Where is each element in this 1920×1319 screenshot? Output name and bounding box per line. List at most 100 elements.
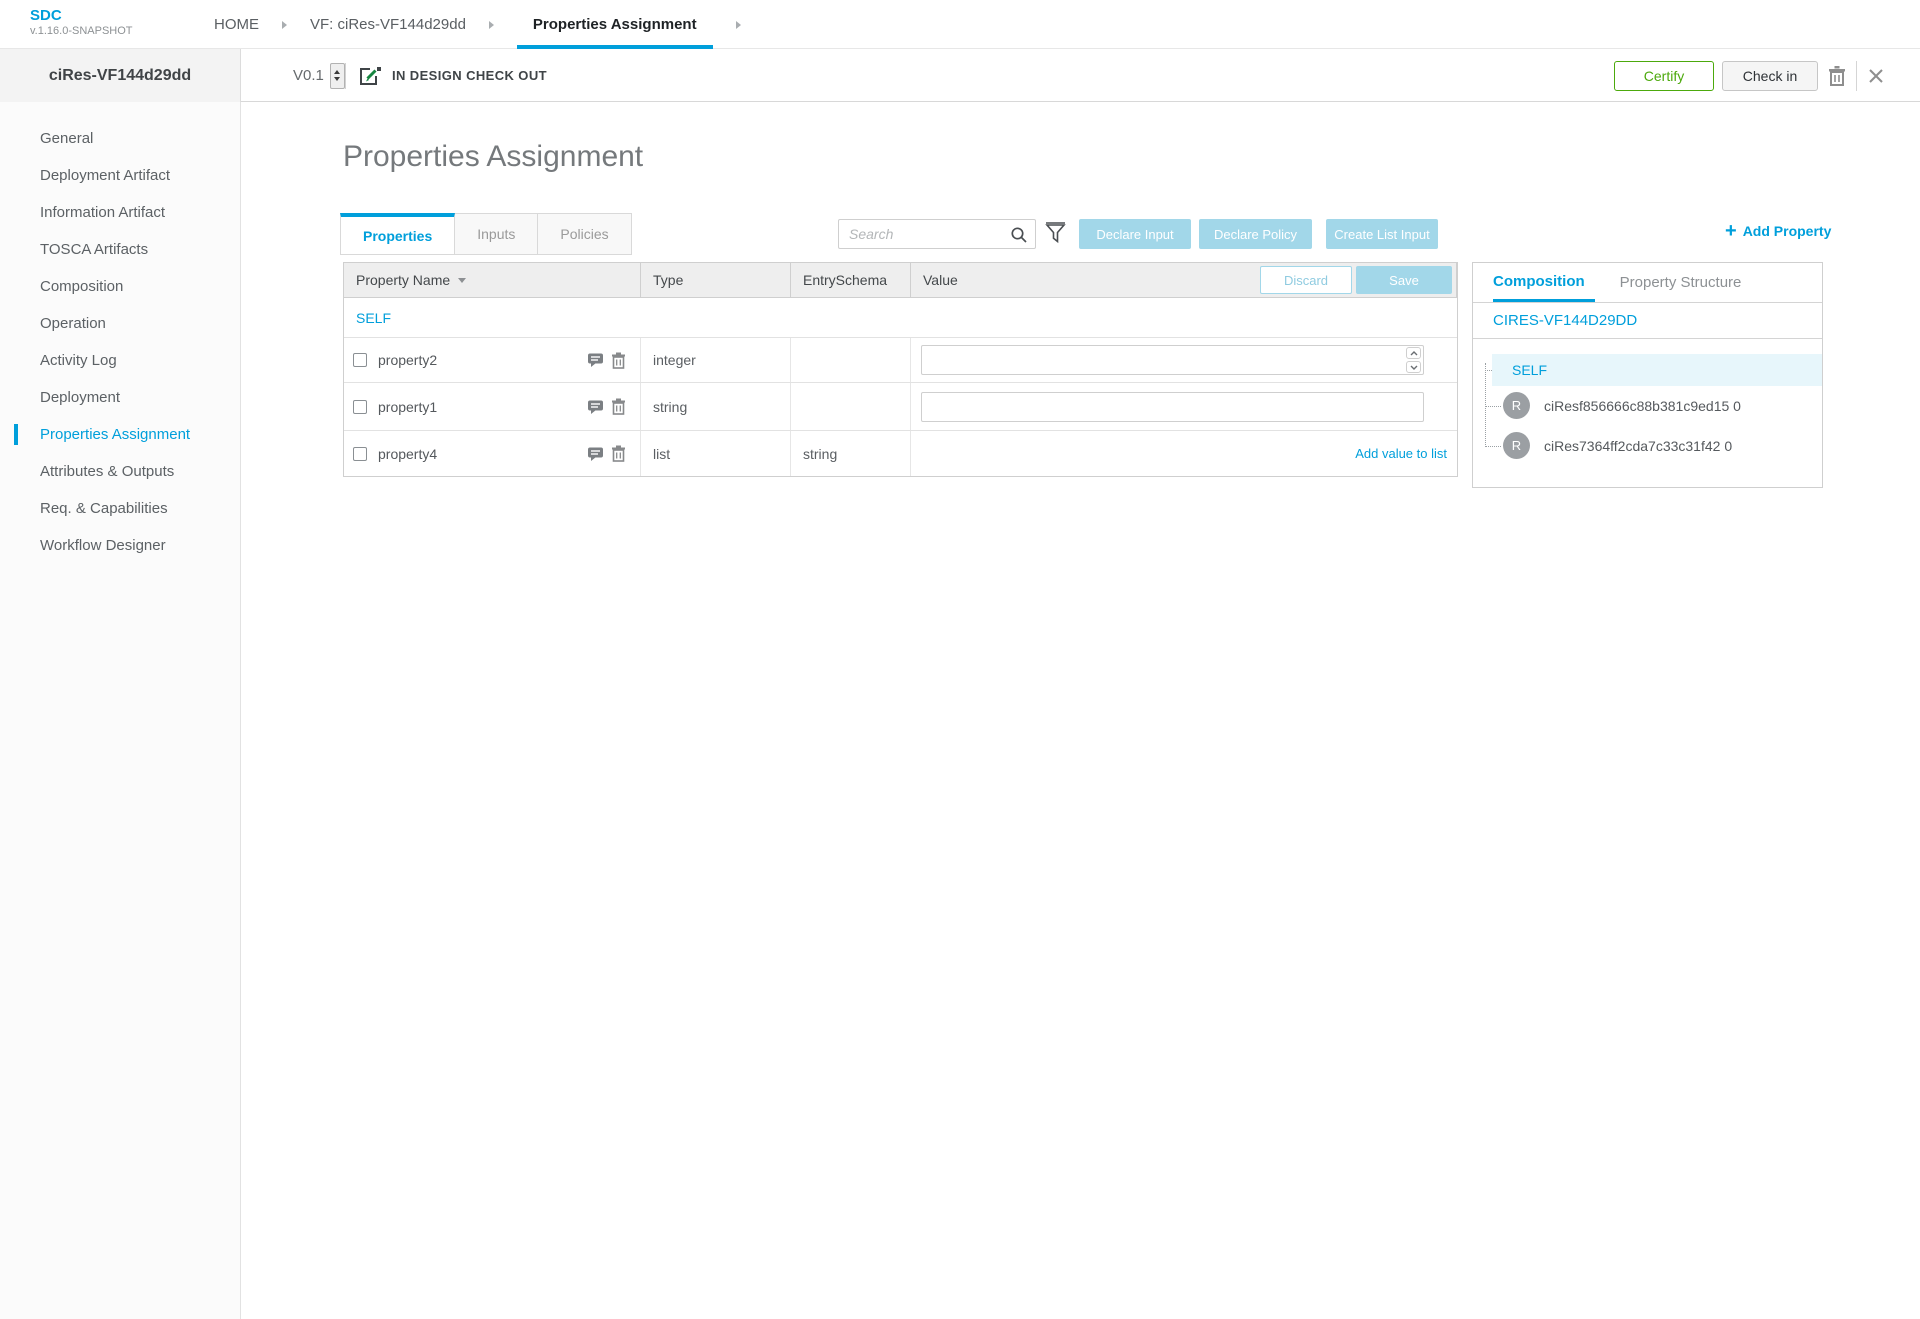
comment-icon[interactable]: [587, 446, 604, 462]
sidebar-item-operation[interactable]: Operation: [0, 305, 240, 342]
sidebar-item-req-capabilities[interactable]: Req. & Capabilities: [0, 490, 240, 527]
edit-checkout-icon: [360, 66, 381, 85]
delete-version-button[interactable]: [1818, 61, 1856, 91]
sidebar-item-activity-log[interactable]: Activity Log: [0, 342, 240, 379]
table-row: property2 integer: [344, 338, 1457, 383]
main-tabs: Properties Inputs Policies: [340, 213, 632, 255]
type-cell: string: [641, 383, 791, 430]
row-checkbox[interactable]: [353, 353, 367, 367]
delete-row-icon[interactable]: [611, 398, 626, 415]
sidebar: General Deployment Artifact Information …: [0, 102, 241, 1319]
entryschema-cell: [791, 383, 911, 430]
save-button[interactable]: Save: [1356, 266, 1452, 294]
sdc-app: SDC v.1.16.0-SNAPSHOT HOME VF: ciRes-VF1…: [0, 0, 1920, 1319]
breadcrumb-separator-icon: [488, 20, 494, 29]
delete-row-icon[interactable]: [611, 445, 626, 462]
certify-button[interactable]: Certify: [1614, 60, 1714, 91]
tab-inputs[interactable]: Inputs: [455, 213, 539, 255]
sidebar-item-information-artifact[interactable]: Information Artifact: [0, 194, 240, 231]
sidebar-item-deployment-artifact[interactable]: Deployment Artifact: [0, 157, 240, 194]
toolbar-actions: Certify Check in: [1614, 49, 1895, 102]
property-name[interactable]: property1: [378, 399, 437, 415]
delete-row-icon[interactable]: [611, 352, 626, 369]
row-icons: [587, 445, 640, 462]
version-selector: V0.1: [293, 49, 345, 102]
spinner-down-icon: [334, 77, 341, 81]
top-bar: SDC v.1.16.0-SNAPSHOT HOME VF: ciRes-VF1…: [0, 0, 1920, 49]
sidebar-item-tosca-artifacts[interactable]: TOSCA Artifacts: [0, 231, 240, 268]
tree-item-self[interactable]: SELF: [1492, 354, 1822, 386]
property-name-cell: property1: [344, 383, 641, 430]
add-value-to-list-link[interactable]: Add value to list: [1355, 446, 1447, 461]
version-dropdown-icon[interactable]: [329, 62, 345, 89]
table-row: property4 list string Add value to list: [344, 431, 1457, 476]
sidebar-item-composition[interactable]: Composition: [0, 268, 240, 305]
breadcrumb-home[interactable]: HOME: [214, 0, 259, 49]
tab-composition[interactable]: Composition: [1493, 263, 1595, 302]
breadcrumb-properties-assignment[interactable]: Properties Assignment: [516, 0, 713, 49]
group-row-self[interactable]: SELF: [344, 298, 1457, 338]
composition-panel: Composition Property Structure CIRES-VF1…: [1472, 262, 1823, 488]
add-property-label: Add Property: [1742, 223, 1832, 239]
status-badge: IN DESIGN CHECK OUT: [392, 68, 547, 83]
value-cell: [911, 383, 1457, 430]
checkin-button[interactable]: Check in: [1722, 60, 1818, 91]
value-number-input[interactable]: [921, 345, 1424, 375]
search-icon[interactable]: [1010, 226, 1028, 244]
sort-icon: [458, 277, 467, 283]
type-cell: integer: [641, 338, 791, 382]
spinner-up-icon[interactable]: [1406, 347, 1421, 359]
column-header-property-name[interactable]: Property Name: [344, 263, 641, 297]
value-input-wrap: [921, 345, 1424, 375]
tree-connector: [1485, 363, 1486, 447]
breadcrumb-separator-icon: [282, 20, 287, 29]
sidebar-item-properties-assignment[interactable]: Properties Assignment: [0, 416, 240, 453]
comment-icon[interactable]: [587, 399, 604, 415]
filter-icon[interactable]: [1045, 222, 1066, 246]
spinner-down-icon[interactable]: [1406, 361, 1421, 373]
entryschema-cell: string: [791, 431, 911, 476]
breadcrumb: HOME VF: ciRes-VF144d29dd Properties Ass…: [214, 0, 764, 49]
row-checkbox[interactable]: [353, 399, 367, 414]
close-button[interactable]: [1857, 61, 1895, 91]
declare-policy-button[interactable]: Declare Policy: [1199, 219, 1312, 249]
sidebar-item-deployment[interactable]: Deployment: [0, 379, 240, 416]
comment-icon[interactable]: [587, 352, 604, 368]
search-input[interactable]: [849, 220, 1004, 248]
tab-policies[interactable]: Policies: [538, 213, 632, 255]
row-checkbox[interactable]: [353, 446, 367, 461]
version-label: V0.1: [293, 67, 324, 84]
value-text-input[interactable]: [921, 391, 1424, 422]
composition-tree: SELF R ciResf856666c88b381c9ed15 0 R ciR…: [1473, 339, 1822, 486]
tree-connector: [1485, 370, 1492, 371]
tree-item-resource[interactable]: R ciRes7364ff2cda7c33c31f42 0: [1503, 432, 1732, 459]
breadcrumb-vf[interactable]: VF: ciRes-VF144d29dd: [310, 0, 466, 49]
type-cell: list: [641, 431, 791, 476]
toolbar-divider: [345, 63, 346, 89]
add-property-button[interactable]: + Add Property: [1725, 221, 1831, 241]
property-name-cell: property4: [344, 431, 641, 476]
close-icon: [1869, 68, 1883, 83]
tree-item-resource[interactable]: R ciResf856666c88b381c9ed15 0: [1503, 392, 1741, 419]
table-row: property1 string: [344, 383, 1457, 431]
entity-name: ciRes-VF144d29dd: [0, 49, 241, 102]
declare-input-button[interactable]: Declare Input: [1079, 219, 1191, 249]
tab-property-structure[interactable]: Property Structure: [1620, 263, 1742, 302]
discard-button[interactable]: Discard: [1260, 266, 1352, 294]
resource-avatar: R: [1503, 432, 1530, 459]
row-icons: [587, 398, 640, 415]
brand-version: v.1.16.0-SNAPSHOT: [30, 25, 133, 37]
number-spinner: [1406, 347, 1421, 373]
composition-panel-tabs: Composition Property Structure: [1473, 263, 1822, 303]
tab-properties[interactable]: Properties: [340, 213, 456, 255]
create-list-input-button[interactable]: Create List Input: [1326, 219, 1438, 249]
sidebar-item-attributes-outputs[interactable]: Attributes & Outputs: [0, 453, 240, 490]
property-name[interactable]: property2: [378, 352, 437, 368]
active-indicator: [14, 424, 18, 445]
property-name[interactable]: property4: [378, 446, 437, 462]
component-name-link[interactable]: CIRES-VF144D29DD: [1473, 303, 1822, 339]
sidebar-item-workflow-designer[interactable]: Workflow Designer: [0, 527, 240, 564]
value-cell: Add value to list: [911, 431, 1457, 476]
sidebar-item-general[interactable]: General: [0, 120, 240, 157]
sdc-logo: SDC v.1.16.0-SNAPSHOT: [30, 8, 133, 38]
